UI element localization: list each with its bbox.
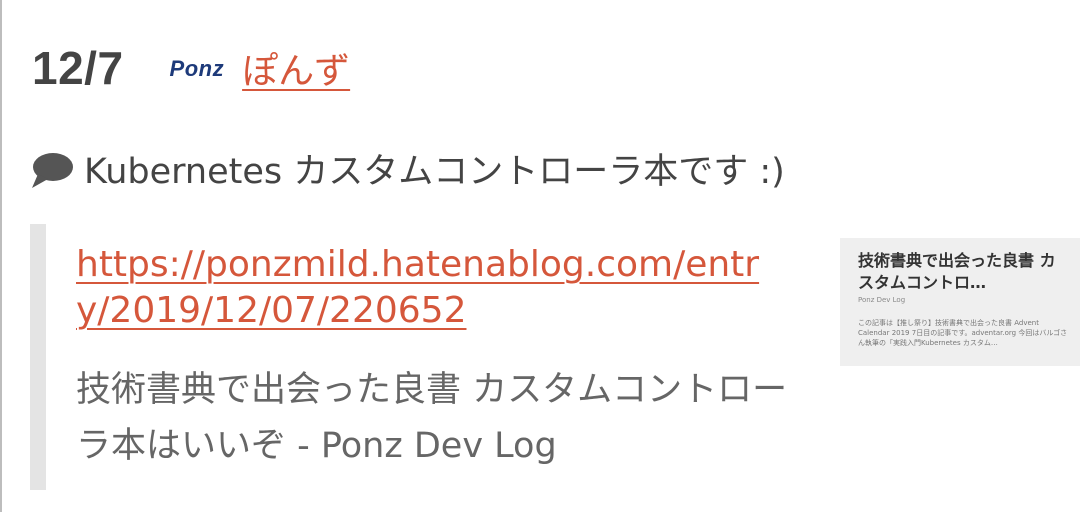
left-border — [0, 0, 2, 512]
link-thumbnail[interactable]: 技術書典で出会った良書 カスタムコントロ… Ponz Dev Log この記事は… — [840, 238, 1080, 366]
link-url[interactable]: https://ponzmild.hatenablog.com/entry/20… — [76, 242, 776, 334]
quote-bar — [30, 224, 46, 490]
link-title[interactable]: 技術書典で出会った良書 カスタムコントローラ本はいいぞ - Ponz Dev L… — [76, 362, 796, 474]
entry-header: 12/7 Ponz ぽんず — [32, 38, 350, 98]
entry-comment: Kubernetes カスタムコントローラ本です :) — [30, 140, 785, 196]
thumbnail-title: 技術書典で出会った良書 カスタムコントロ… — [858, 251, 1056, 292]
thumbnail-excerpt: この記事は【推し祭り】技術書典で出会った良書 Advent Calendar 2… — [858, 319, 1068, 347]
thumbnail-blog-name: Ponz Dev Log — [858, 296, 906, 304]
link-card[interactable]: https://ponzmild.hatenablog.com/entry/20… — [30, 224, 1080, 490]
entry-date: 12/7 — [32, 42, 124, 94]
comment-text: Kubernetes カスタムコントローラ本です :) — [84, 151, 785, 192]
speech-bubble-icon — [32, 153, 73, 188]
author-name-link[interactable]: ぽんず — [242, 42, 350, 94]
author-icon[interactable]: Ponz — [170, 56, 225, 82]
